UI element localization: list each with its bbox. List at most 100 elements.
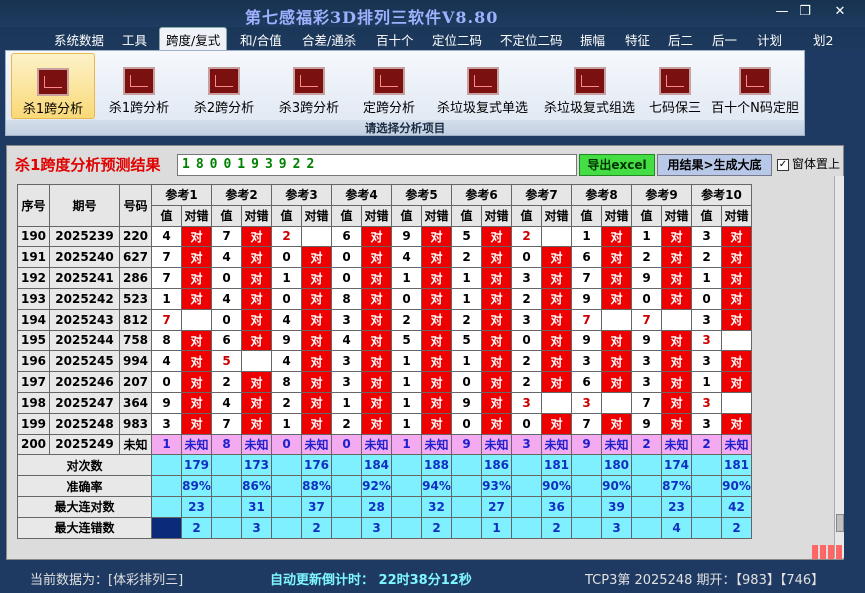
cell-value: 1 (391, 267, 422, 289)
header-group: 参考5 (391, 184, 452, 206)
ribbon-button-label: 杀垃圾复式单选 (436, 101, 528, 116)
maximize-button[interactable]: ❐ (795, 4, 815, 19)
ribbon-button[interactable]: 杀3跨分析 (271, 53, 347, 119)
cell-value: 2 (631, 246, 662, 269)
table-row[interactable]: 190 2025239 220 4 对 7 对 2 6 对 9 对 5 对 2 1 对 1 对 3 对 (17, 225, 752, 248)
cell-seq: 192 (17, 267, 50, 289)
cell-result: 对 (301, 329, 332, 352)
vertical-scrollbar[interactable] (834, 176, 844, 558)
cell-result: 对 (241, 287, 272, 310)
export-excel-button[interactable]: 导出excel (579, 154, 655, 176)
header-group: 参考1 (151, 184, 212, 206)
cell-value: 0 (331, 267, 362, 289)
ribbon-button[interactable]: 七码保三 (644, 53, 706, 119)
cell-result: 对 (361, 350, 392, 373)
table-row[interactable]: 197 2025246 207 0 对 2 对 8 对 3 对 1 对 0 对 2 对 6 对 3 对 1 对 (17, 371, 752, 393)
menu-item[interactable]: 合差/通杀 (302, 30, 356, 49)
generate-button[interactable]: 用结果>生成大底 (657, 154, 772, 176)
cell-value: 0 (211, 308, 242, 331)
cell-result: 对 (301, 391, 332, 414)
cell-seq: 197 (17, 371, 50, 393)
table-row[interactable]: 192 2025241 286 7 对 0 对 1 对 0 对 1 对 1 对 3 对 7 对 9 对 1 对 (17, 267, 752, 289)
cell-value: 8 (331, 287, 362, 310)
ribbon-panel: 杀1跨分析 杀1跨分析 杀2跨分析 杀3跨分析 定跨分析 杀垃圾复式单选 杀垃圾… (5, 50, 805, 136)
table-row[interactable]: 198 2025247 364 9 对 4 对 2 对 1 对 1 对 9 对 3 3 7 对 3 (17, 391, 752, 414)
ribbon-button[interactable]: 杀垃圾复式单选 (431, 53, 534, 119)
menu-item[interactable]: 和/合值 (240, 30, 282, 49)
cell-value: 2 (631, 433, 662, 456)
cell-result: 对 (541, 329, 572, 352)
current-row[interactable]: 200 2025249 未知 1 未知 8 未知 0 未知 0 未知 1 未知 9 未知 3 未知 9 未知 2 未知 2… (17, 433, 752, 456)
ribbon-button[interactable]: 杀2跨分析 (186, 53, 262, 119)
stay-on-top-checkbox[interactable]: ✓ 窗体置上 (777, 155, 840, 172)
cell-value: 9 (451, 391, 482, 414)
table-row[interactable]: 193 2025242 523 1 对 4 对 0 对 8 对 0 对 1 对 2 对 9 对 0 对 0 对 (17, 287, 752, 310)
table-row[interactable]: 194 2025243 812 7 0 对 4 对 3 对 2 对 2 对 3 对 7 7 3 对 (17, 308, 752, 331)
cell-value: 1 (391, 433, 422, 456)
cell-seq: 196 (17, 350, 50, 373)
cell-value: 3 (691, 225, 722, 248)
table-row[interactable]: 196 2025245 994 4 对 5 4 对 3 对 1 对 1 对 2 对 3 对 3 对 3 对 (17, 350, 752, 373)
menu-item[interactable]: 特征 (625, 30, 650, 49)
cell-value: 9 (631, 329, 662, 352)
cell-result: 对 (241, 267, 272, 289)
stats-blank (331, 516, 362, 539)
cell-value: 0 (451, 371, 482, 393)
cell-period: 2025245 (49, 350, 120, 373)
table-row[interactable]: 191 2025240 627 7 对 4 对 0 对 0 对 4 对 2 对 0 对 6 对 2 对 2 对 (17, 246, 752, 269)
menu-item[interactable]: 后二 (668, 30, 693, 49)
ribbon-button-label: 定跨分析 (362, 101, 415, 116)
menu-item[interactable]: 划2 (813, 30, 833, 49)
cell-number: 未知 (119, 433, 152, 456)
menu-item[interactable]: 百十个 (376, 30, 414, 49)
cell-result: 对 (541, 308, 572, 331)
cell-result: 对 (241, 246, 272, 269)
menu-item[interactable]: 振幅 (580, 30, 605, 49)
ribbon-button-selected[interactable]: 杀1跨分析 (11, 53, 95, 119)
menu-item[interactable]: 计划 (757, 30, 782, 49)
stats-label: 准确率 (17, 475, 152, 497)
prediction-field[interactable]: 1800193922 (177, 154, 577, 176)
cell-result: 未知 (661, 433, 692, 456)
close-button[interactable]: ✕ (830, 4, 850, 19)
ribbon-button[interactable]: 杀垃圾复式组选 (538, 53, 641, 119)
header-number: 号码 (119, 184, 152, 227)
scroll-thumb[interactable] (836, 514, 844, 532)
header-result: 对错 (661, 204, 692, 227)
cell-result (241, 350, 272, 373)
ribbon-button[interactable]: 百十个N码定胆 (708, 53, 802, 119)
menu-item[interactable]: 后一 (712, 30, 737, 49)
stats-row: 最大连对数 23 31 37 28 32 27 36 39 23 42 (17, 495, 752, 518)
minimize-button[interactable]: — (772, 4, 792, 19)
cell-result: 对 (541, 412, 572, 435)
menu-item[interactable]: 不定位二码 (500, 30, 563, 49)
cell-result: 对 (241, 391, 272, 414)
stats-value: 92% (361, 475, 392, 497)
cell-result (541, 391, 572, 414)
cell-value: 3 (331, 308, 362, 331)
cell-value: 1 (571, 225, 602, 248)
header-result: 对错 (421, 204, 452, 227)
table-row[interactable]: 199 2025248 983 3 对 7 对 1 对 2 对 1 对 0 对 0 对 7 对 9 对 3 对 (17, 412, 752, 435)
chart-icon (293, 67, 325, 95)
menu-item[interactable]: 工具 (122, 30, 147, 49)
chart-icon (739, 67, 771, 95)
stats-blank (571, 495, 602, 518)
cell-value: 7 (211, 412, 242, 435)
menu-item[interactable]: 定位二码 (432, 30, 482, 49)
cell-number: 207 (119, 371, 152, 393)
table-row[interactable]: 195 2025244 758 8 对 6 对 9 对 4 对 5 对 5 对 0 对 9 对 9 对 3 (17, 329, 752, 352)
header-group: 参考9 (631, 184, 692, 206)
cell-value: 0 (271, 246, 302, 269)
stats-blank (151, 516, 182, 539)
cell-result: 对 (661, 371, 692, 393)
menu-item-active[interactable]: 跨度/复式 (159, 27, 228, 51)
cell-seq: 190 (17, 225, 50, 248)
cell-result: 对 (481, 371, 512, 393)
ribbon-button[interactable]: 杀1跨分析 (101, 53, 177, 119)
cell-value: 0 (331, 246, 362, 269)
cell-result: 对 (481, 329, 512, 352)
ribbon-button[interactable]: 定跨分析 (354, 53, 424, 119)
cell-result: 对 (721, 371, 752, 393)
menu-item[interactable]: 系统数据 (54, 30, 104, 49)
